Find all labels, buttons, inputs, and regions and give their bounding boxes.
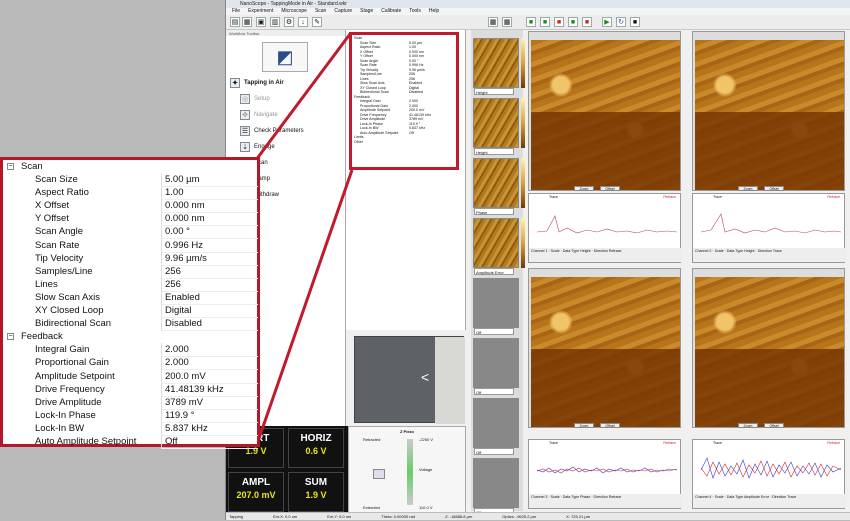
param-value-lock-in-phase[interactable]: 119.9 °	[161, 408, 258, 423]
param-label: Bidirectional Scan	[35, 318, 112, 330]
param-value-proportional-gain[interactable]: 2.000	[161, 356, 258, 371]
param-row-auto-amplitude-setpoint: Auto Amplitude Setpoint Off	[3, 434, 258, 449]
param-value-integral-gain[interactable]: 2.000	[161, 343, 258, 358]
collapse-icon[interactable]: −	[7, 163, 14, 170]
param-label: Drive Frequency	[35, 383, 105, 395]
param-value-scan-angle[interactable]: 0.00 °	[161, 225, 258, 240]
param-value-auto-amplitude-setpoint[interactable]: Off	[161, 434, 258, 449]
group-feedback[interactable]: − Feedback	[3, 330, 257, 343]
param-row-lock-in-bw: Lock-In BW 5.837 kHz	[3, 421, 258, 436]
param-label: Scan Size	[35, 174, 78, 186]
param-value-xy-closed-loop[interactable]: Digital	[161, 304, 258, 319]
param-value-scan-rate[interactable]: 0.996 Hz	[161, 238, 258, 253]
param-row-scan-angle: Scan Angle 0.00 °	[3, 225, 258, 240]
param-row-scan-rate: Scan Rate 0.996 Hz	[3, 238, 258, 253]
param-label: Auto Amplitude Setpoint	[35, 435, 137, 447]
param-value-amplitude-setpoint[interactable]: 200.0 mV	[161, 369, 258, 384]
group-scan[interactable]: − Scan	[3, 160, 257, 173]
param-value-tip-velocity[interactable]: 9.96 µm/s	[161, 251, 258, 266]
param-label: Scan Angle	[35, 226, 84, 238]
param-row-tip-velocity: Tip Velocity 9.96 µm/s	[3, 251, 258, 266]
param-value-lines[interactable]: 256	[161, 277, 258, 292]
param-value-drive-amplitude[interactable]: 3789 mV	[161, 395, 258, 410]
param-label: Amplitude Setpoint	[35, 370, 115, 382]
param-row-bidirectional-scan: Bidirectional Scan Disabled	[3, 317, 258, 332]
param-label: Lock-In Phase	[35, 409, 96, 421]
param-row-aspect-ratio: Aspect Ratio 1.00	[3, 186, 258, 201]
param-label: Scan Rate	[35, 239, 80, 251]
param-row-scan-size: Scan Size 5.00 µm	[3, 173, 258, 188]
param-label: Drive Amplitude	[35, 396, 102, 408]
param-label: Proportional Gain	[35, 357, 109, 369]
param-row-x-offset: X Offset 0.000 nm	[3, 199, 258, 214]
param-label: Tip Velocity	[35, 252, 84, 264]
param-row-proportional-gain: Proportional Gain 2.000	[3, 356, 258, 371]
param-label: Lines	[35, 278, 58, 290]
param-value-y-offset[interactable]: 0.000 nm	[161, 212, 258, 227]
param-row-amplitude-setpoint: Amplitude Setpoint 200.0 mV	[3, 369, 258, 384]
param-label: Integral Gain	[35, 344, 90, 356]
zoomed-parameter-panel: − Scan Scan Size 5.00 µm Aspect Ratio 1.…	[0, 157, 260, 449]
param-row-slow-scan-axis: Slow Scan Axis Enabled	[3, 290, 258, 305]
param-label: XY Closed Loop	[35, 305, 104, 317]
param-value-bidirectional-scan[interactable]: Disabled	[161, 317, 258, 332]
param-label: Slow Scan Axis	[35, 291, 100, 303]
param-value-drive-frequency[interactable]: 41.48139 kHz	[161, 382, 258, 397]
param-value-x-offset[interactable]: 0.000 nm	[161, 199, 258, 214]
param-label: Samples/Line	[35, 265, 93, 277]
param-row-drive-amplitude: Drive Amplitude 3789 mV	[3, 395, 258, 410]
param-label: Lock-In BW	[35, 422, 85, 434]
param-row-integral-gain: Integral Gain 2.000	[3, 343, 258, 358]
param-value-scan-size[interactable]: 5.00 µm	[161, 173, 258, 188]
collapse-icon[interactable]: −	[7, 333, 14, 341]
param-value-slow-scan-axis[interactable]: Enabled	[161, 290, 258, 305]
param-row-y-offset: Y Offset 0.000 nm	[3, 212, 258, 227]
param-row-drive-frequency: Drive Frequency 41.48139 kHz	[3, 382, 258, 397]
param-row-lines: Lines 256	[3, 277, 258, 292]
param-value-aspect-ratio[interactable]: 1.00	[161, 186, 258, 201]
param-row-samples-line: Samples/Line 256	[3, 264, 258, 279]
param-label: X Offset	[35, 200, 70, 212]
param-label: Aspect Ratio	[35, 187, 89, 199]
param-row-xy-closed-loop: XY Closed Loop Digital	[3, 304, 258, 319]
param-row-lock-in-phase: Lock-In Phase 119.9 °	[3, 408, 258, 423]
param-value-lock-in-bw[interactable]: 5.837 kHz	[161, 421, 258, 436]
param-label: Y Offset	[35, 213, 69, 225]
param-value-samples-line[interactable]: 256	[161, 264, 258, 279]
